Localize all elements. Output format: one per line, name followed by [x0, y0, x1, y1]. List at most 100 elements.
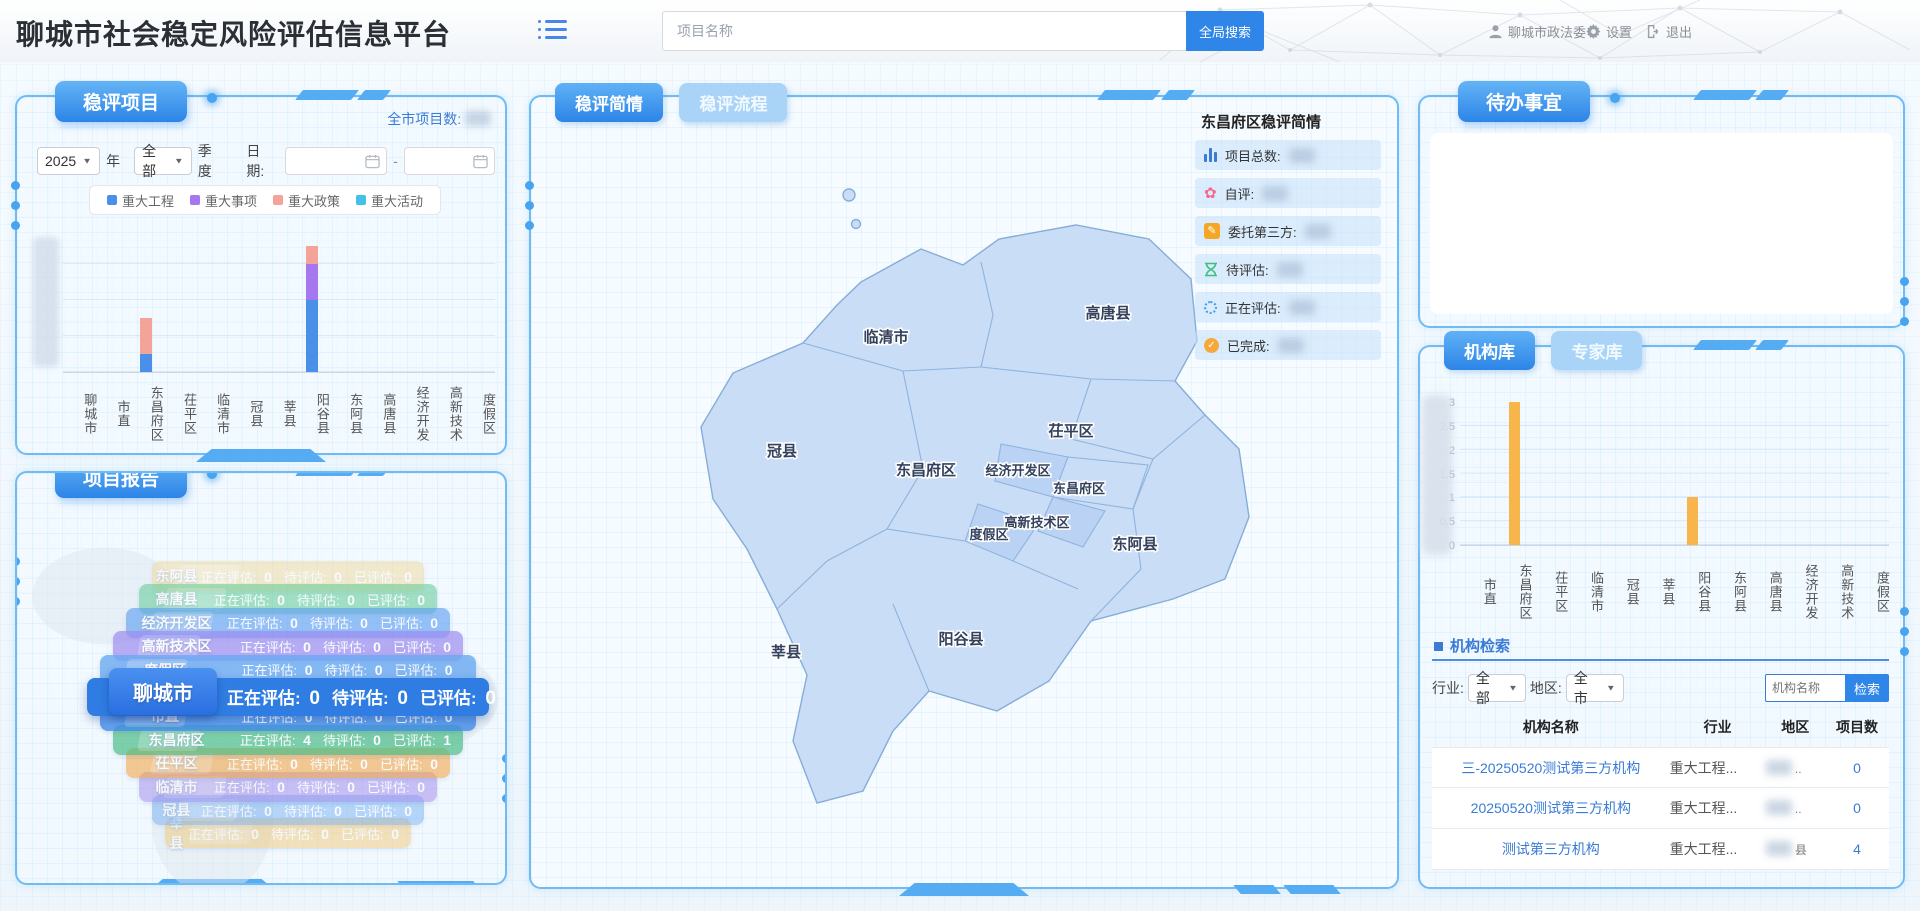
org-project-count[interactable]: 4 [1825, 841, 1889, 857]
district-stat-row: 项目总数: [1195, 140, 1381, 170]
tab-assessment-flow[interactable]: 稳评流程 [679, 83, 787, 122]
x-axis-label: 东昌府区 [129, 377, 162, 451]
chart-x-labels: 聊城市市直东昌府区茌平区临清市冠县莘县阳谷县东阿县高唐县经济开发高新技术度假区 [63, 377, 495, 451]
org-bar-chart: 32.521.510.50 [1460, 403, 1889, 546]
x-axis-label: 东昌府区 [1496, 553, 1532, 631]
bar-segment [140, 354, 152, 372]
panel-organizations: 机构库 专家库 32.521.510.50 市直东昌府区茌平区临清市冠县莘县阳谷… [1418, 345, 1905, 889]
report-stats: 正在评估: 0待评估: 0已评估: 0 [230, 660, 476, 679]
report-region-name: 经济开发区 [126, 613, 227, 633]
loading-icon [1204, 301, 1217, 314]
report-region-name: 东昌府区 [113, 730, 240, 750]
x-axis-label: 临清市 [1567, 553, 1603, 631]
legend-item[interactable]: 重大事项 [190, 191, 257, 210]
bar-segment [306, 246, 318, 264]
legend-item[interactable]: 重大活动 [356, 191, 423, 210]
x-axis-label: 度假区 [462, 377, 495, 451]
decoration [1755, 90, 1789, 100]
x-axis-label: 冠县 [229, 377, 262, 451]
region-label: 度假区 [969, 527, 1008, 542]
org-region: .. [1766, 760, 1825, 776]
logout-label: 退出 [1666, 22, 1692, 41]
org-industry: 重大工程... [1670, 758, 1766, 778]
report-region-name: 高唐县 [139, 589, 214, 609]
settings-label: 设置 [1606, 22, 1632, 41]
region-label: 东阿县 [1112, 535, 1157, 553]
logout-button[interactable]: 退出 [1646, 22, 1692, 41]
bullet-icon [1434, 642, 1443, 651]
decoration [1693, 90, 1757, 100]
report-stats: 正在评估: 0待评估: 0已评估: 0 [227, 754, 450, 773]
region-label: 地区: [1530, 678, 1562, 698]
obscured-value [1305, 224, 1331, 239]
district-stat-row: ✓已完成: [1195, 330, 1381, 360]
tab-assessment-brief[interactable]: 稳评简情 [555, 83, 663, 122]
settings-button[interactable]: 设置 [1586, 22, 1632, 41]
district-brief-title: 东昌府区稳评简情 [1201, 111, 1381, 132]
obscured-axis [1422, 395, 1452, 555]
chart-legend: 重大工程重大事项重大政策重大活动 [89, 185, 441, 215]
org-project-count[interactable]: 0 [1825, 760, 1889, 776]
year-unit: 年 [106, 151, 120, 171]
x-axis-label: 茌平区 [1532, 553, 1568, 631]
quarter-unit: 季度 [198, 141, 225, 181]
date-end-input[interactable] [404, 147, 495, 175]
flower-icon: ✿ [1204, 186, 1217, 201]
panel-badge: 待办事宜 [1458, 81, 1590, 122]
panel-todo: 待办事宜 [1418, 95, 1905, 328]
region-label: 高唐县 [1085, 304, 1130, 322]
global-search-button[interactable]: 全局搜索 [1186, 11, 1264, 51]
org-table-row[interactable]: 三-20250520测试第三方机构重大工程... ..0 [1432, 747, 1889, 788]
org-project-count[interactable]: 0 [1825, 800, 1889, 816]
report-region-name: 高新技术区 [113, 636, 240, 656]
obscured-value [1766, 800, 1792, 815]
org-name-input[interactable] [1765, 674, 1845, 702]
region-label: 临清市 [863, 328, 908, 346]
legend-swatch [356, 195, 366, 205]
industry-select[interactable]: 全部▼ [1468, 674, 1526, 702]
bar-东昌府区[interactable] [140, 318, 152, 372]
org-table-row[interactable]: 测试第三方机构重大工程... 县4 [1432, 829, 1889, 870]
x-axis-label: 茌平区 [163, 377, 196, 451]
org-name-link[interactable]: 测试第三方机构 [1432, 839, 1670, 859]
org-bar-阳谷县[interactable] [1687, 497, 1698, 545]
bar-segment [306, 264, 318, 300]
report-stats: 正在评估: 0待评估: 0已评估: 0 [240, 637, 463, 656]
org-bar-东昌府区[interactable] [1509, 402, 1520, 545]
x-axis-label: 高新技术 [1818, 553, 1854, 631]
obscured-value [1278, 338, 1304, 353]
report-row-聊城市[interactable]: 聊城市正在评估: 0待评估: 0已评估: 0 [87, 678, 489, 716]
tab-expert-library[interactable]: 专家库 [1551, 331, 1642, 370]
tab-org-library[interactable]: 机构库 [1444, 331, 1535, 370]
org-search-button[interactable]: 检索 [1845, 674, 1889, 702]
legend-swatch [107, 195, 117, 205]
district-stat-row: 待评估: [1195, 254, 1381, 284]
obscured-value [1289, 300, 1315, 315]
report-stats: 正在评估: 0待评估: 0已评估: 0 [227, 613, 450, 632]
x-axis-label: 经济开发 [1782, 553, 1818, 631]
global-search-input[interactable] [662, 11, 1186, 51]
org-name-link[interactable]: 20250520测试第三方机构 [1432, 798, 1670, 818]
org-name-link[interactable]: 三-20250520测试第三方机构 [1432, 758, 1670, 778]
report-region-name: 聊城市 [109, 668, 217, 715]
bar-segment [140, 318, 152, 354]
bar-chart-icon [1204, 148, 1217, 162]
x-axis-label: 冠县 [1603, 553, 1639, 631]
district-brief-card: 东昌府区稳评简情 项目总数:✿自评:✎委托第三方:待评估:正在评估:✓已完成: [1195, 111, 1381, 368]
region-label: 经济开发区 [985, 463, 1050, 478]
org-table-row[interactable]: 20250520测试第三方机构重大工程... ..0 [1432, 788, 1889, 829]
legend-item[interactable]: 重大工程 [107, 191, 174, 210]
district-stat-row: ✎委托第三方: [1195, 216, 1381, 246]
year-select[interactable]: 2025▼ [37, 147, 100, 175]
x-axis-label: 阳谷县 [1675, 553, 1711, 631]
stat-label: 已完成: [1227, 336, 1270, 355]
bar-阳谷县[interactable] [306, 246, 318, 372]
user-icon [1488, 24, 1503, 39]
legend-item[interactable]: 重大政策 [273, 191, 340, 210]
region-label: 东昌府区 [1053, 481, 1105, 496]
quarter-select[interactable]: 全部▼ [134, 147, 192, 175]
menu-icon[interactable] [538, 18, 568, 44]
date-start-input[interactable] [285, 147, 388, 175]
citywide-project-count-label: 全市项目数: [387, 109, 491, 129]
region-select[interactable]: 全市▼ [1566, 674, 1624, 702]
